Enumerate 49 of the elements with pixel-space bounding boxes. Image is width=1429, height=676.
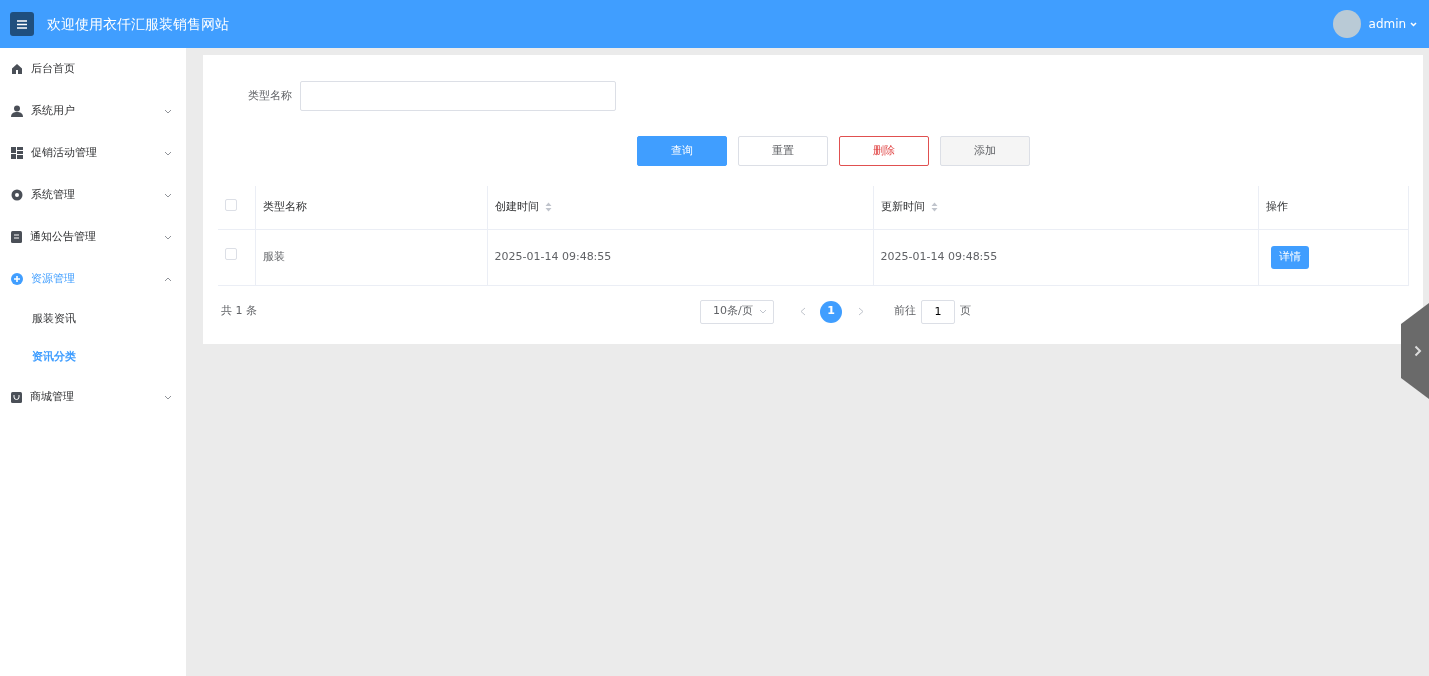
- action-button[interactable]: 添加: [940, 136, 1030, 166]
- sidebar-item[interactable]: 系统用户: [0, 90, 186, 132]
- select-all-checkbox[interactable]: [225, 198, 237, 211]
- plus-circle-icon: [11, 273, 23, 285]
- document-icon: [11, 231, 22, 243]
- type-name-input[interactable]: [300, 81, 616, 111]
- goto-suffix: 页: [960, 303, 971, 320]
- menu-icon: [17, 19, 27, 29]
- submenu-item[interactable]: 服装资讯: [0, 300, 186, 338]
- home-icon: [11, 63, 23, 75]
- table-cell: 2025-01-14 09:48:55: [880, 249, 998, 263]
- column-header: 类型名称: [262, 200, 307, 213]
- column-header: 操作: [1265, 200, 1288, 213]
- next-page-icon[interactable]: [858, 307, 864, 316]
- sidebar-item[interactable]: 后台首页: [0, 48, 186, 90]
- column-header: 更新时间: [880, 200, 925, 213]
- sidebar-item[interactable]: 商城管理: [0, 376, 186, 418]
- shop-icon: [11, 391, 22, 403]
- sidebar-item[interactable]: 系统管理: [0, 174, 186, 216]
- caret-icon[interactable]: [1410, 22, 1417, 27]
- user-icon: [11, 105, 23, 117]
- dashboard-icon: [11, 147, 23, 159]
- chevron-down-icon: [164, 234, 172, 240]
- chevron-down-icon: [164, 108, 172, 114]
- chevron-down-icon: [164, 192, 172, 198]
- column-header: 创建时间: [494, 200, 539, 213]
- chevron-down-icon: [164, 394, 172, 400]
- sidebar-item[interactable]: 通知公告管理: [0, 216, 186, 258]
- goto-page-input[interactable]: 1: [921, 299, 955, 324]
- sidebar-item[interactable]: 促销活动管理: [0, 132, 186, 174]
- field-label: 类型名称: [248, 87, 292, 104]
- chevron-right-icon: [1413, 345, 1422, 357]
- page-size-select[interactable]: 10条/页: [700, 299, 774, 324]
- chevron-up-icon: [164, 276, 172, 282]
- avatar[interactable]: [1332, 10, 1361, 38]
- row-checkbox[interactable]: [225, 248, 237, 261]
- chevron-down-icon: [164, 150, 172, 156]
- goto-label: 前往: [894, 303, 916, 320]
- action-button[interactable]: 重置: [738, 136, 828, 166]
- action-button[interactable]: 删除: [839, 136, 929, 166]
- sort-icon[interactable]: [931, 202, 938, 212]
- total-count: 共 1 条: [220, 303, 258, 320]
- caret-icon: [759, 309, 767, 314]
- site-title: 欢迎使用衣仟汇服装销售网站: [47, 14, 229, 34]
- table-cell: 服装: [262, 249, 285, 263]
- previous-page-icon[interactable]: [800, 307, 806, 316]
- menu-button[interactable]: [10, 12, 34, 36]
- sort-icon[interactable]: [545, 202, 552, 212]
- table-cell: 2025-01-14 09:48:55: [494, 249, 612, 263]
